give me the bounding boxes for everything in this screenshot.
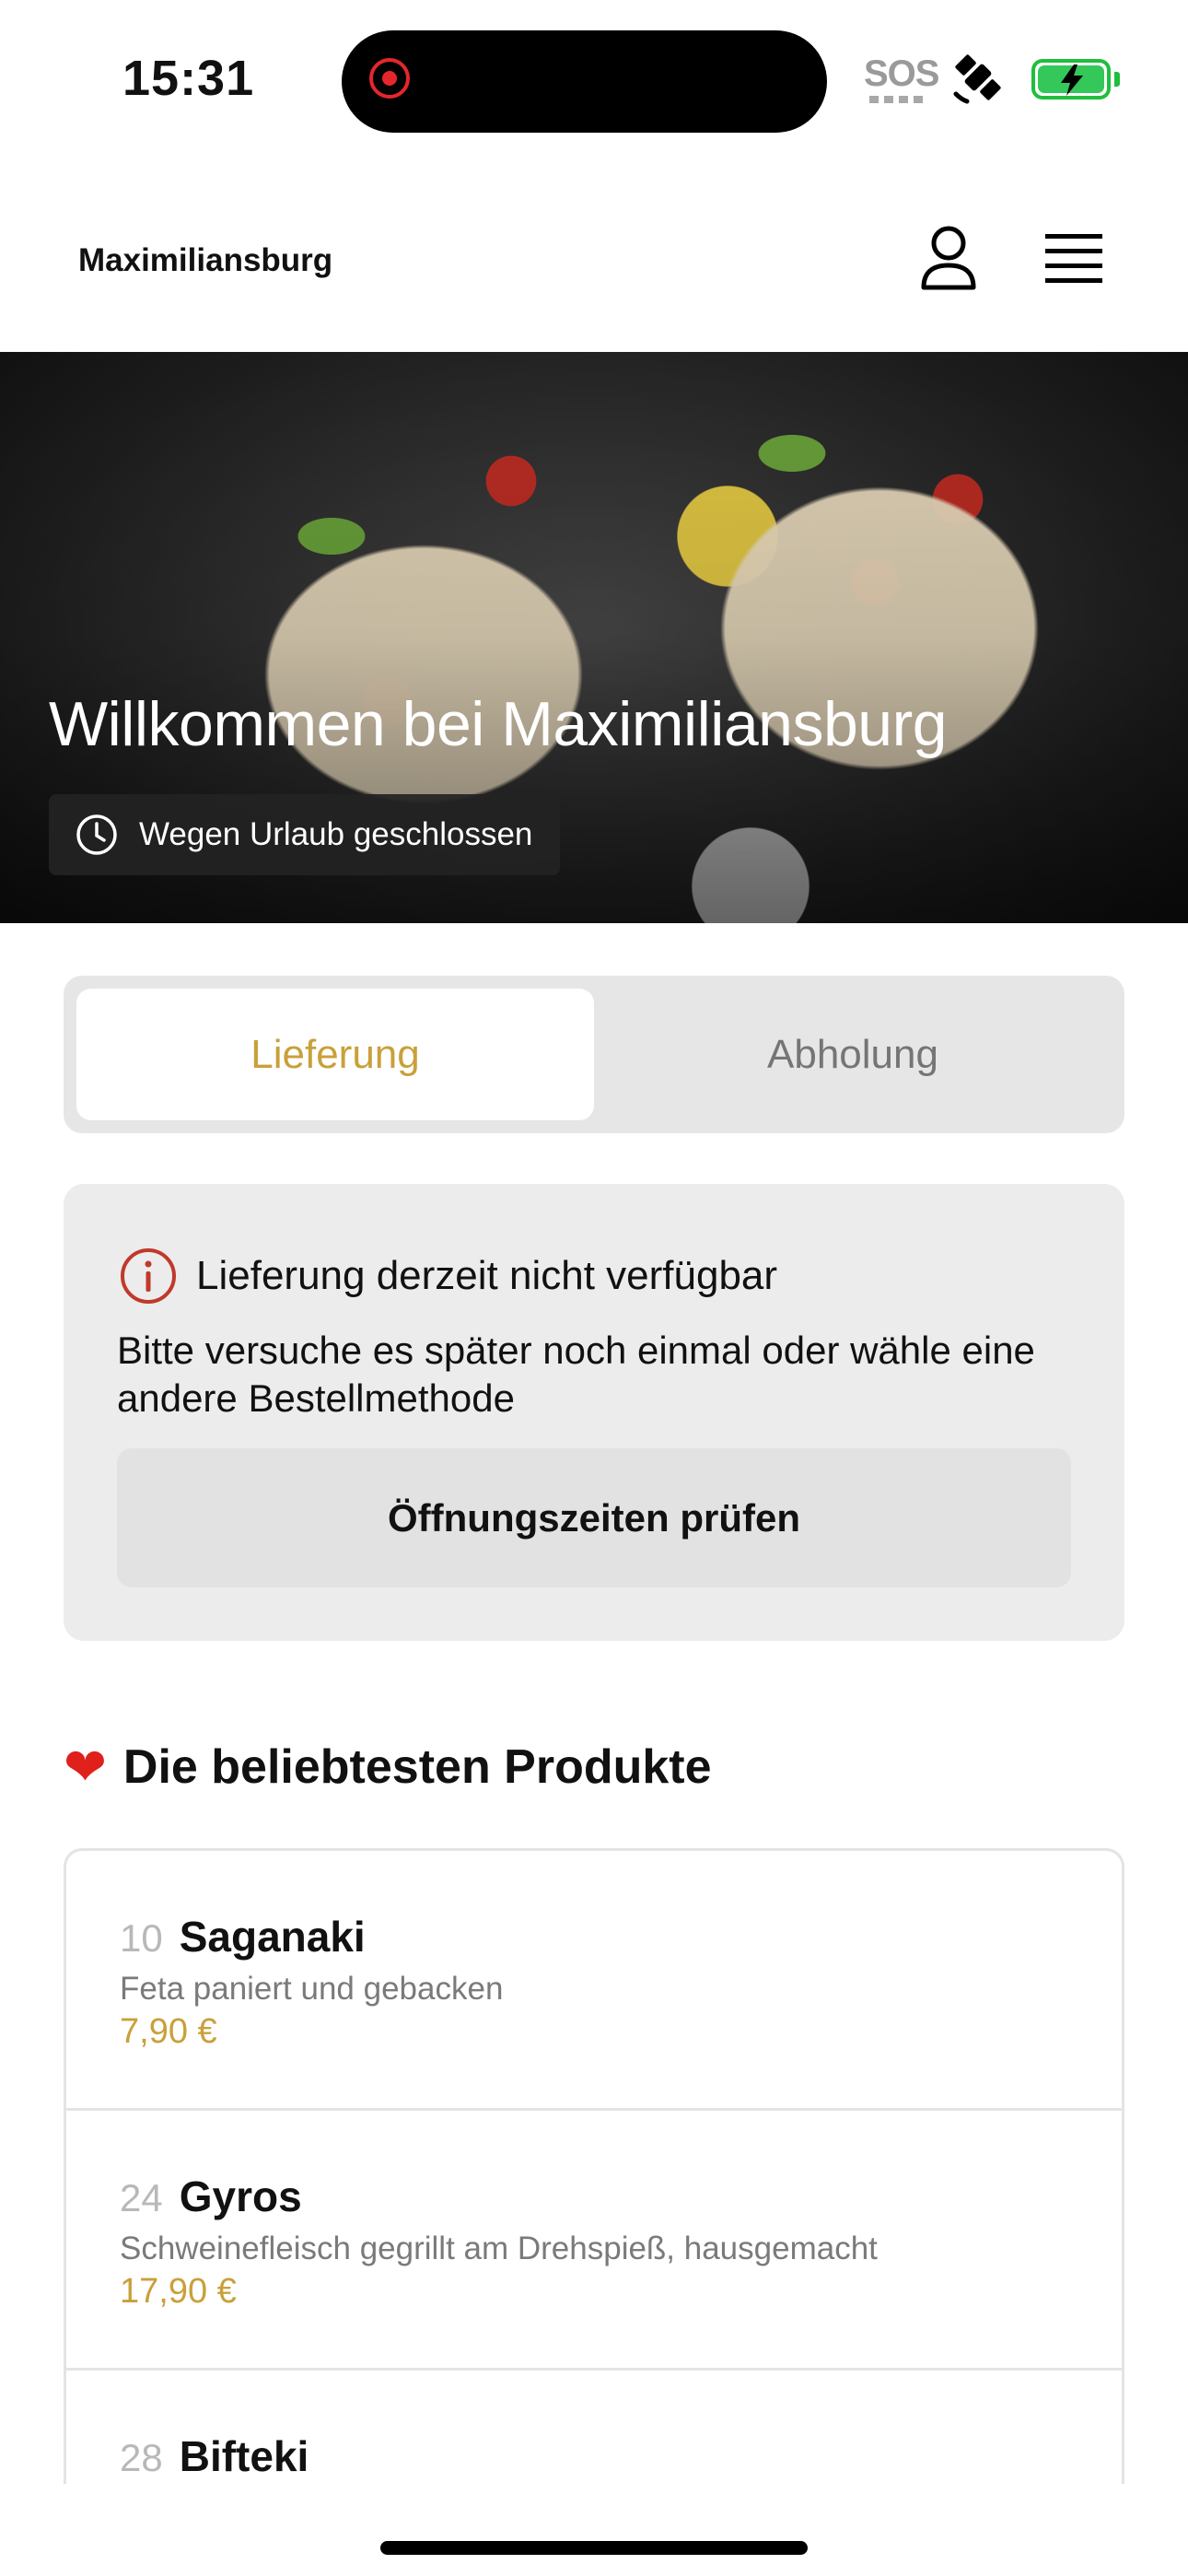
- heart-icon: ❤: [64, 1738, 107, 1796]
- order-method-tabs: Lieferung Abholung: [64, 976, 1124, 1133]
- status-badge-label: Wegen Urlaub geschlossen: [139, 816, 533, 852]
- welcome-title: Willkommen bei Maximiliansburg: [49, 689, 948, 759]
- product-number: 28: [120, 2436, 163, 2479]
- delivery-unavailable-card: Lieferung derzeit nicht verfügbar Bitte …: [64, 1184, 1124, 1641]
- status-bar: 15:31 SOS: [0, 0, 1188, 157]
- signal-dots-icon: [869, 96, 925, 103]
- product-item[interactable]: 28 Bifteki: [66, 2371, 1122, 2484]
- product-description: Feta paniert und gebacken: [120, 1971, 504, 2007]
- hamburger-menu-icon[interactable]: [1043, 232, 1104, 292]
- product-item[interactable]: 10 Saganaki Feta paniert und gebacken 7,…: [66, 1851, 1122, 2111]
- notice-title: Lieferung derzeit nicht verfügbar: [196, 1253, 778, 1298]
- clock-icon: [76, 814, 117, 855]
- battery-icon: [1031, 59, 1111, 100]
- screen-recording-icon: [369, 58, 410, 99]
- product-item[interactable]: 24 Gyros Schweinefleisch gegrillt am Dre…: [66, 2111, 1122, 2371]
- product-name: Saganaki: [179, 1913, 366, 1961]
- tab-delivery[interactable]: Lieferung: [76, 989, 594, 1120]
- product-price: 17,90 €: [120, 2272, 237, 2311]
- popular-products-heading: ❤ Die beliebtesten Produkte: [64, 1737, 712, 1797]
- opening-status-badge: Wegen Urlaub geschlossen: [49, 794, 561, 875]
- product-number: 10: [120, 1916, 163, 1960]
- product-name: Gyros: [179, 2172, 302, 2220]
- hero-banner: Willkommen bei Maximiliansburg Wegen Url…: [0, 352, 1188, 923]
- status-time: 15:31: [122, 51, 255, 106]
- restaurant-name[interactable]: Maximiliansburg: [78, 242, 332, 279]
- product-list: 10 Saganaki Feta paniert und gebacken 7,…: [64, 1848, 1124, 2484]
- popular-heading-label: Die beliebtesten Produkte: [122, 1740, 712, 1794]
- sos-indicator: SOS: [864, 53, 939, 94]
- check-opening-hours-button[interactable]: Öffnungszeiten prüfen: [117, 1448, 1071, 1587]
- product-description: Schweinefleisch gegrillt am Drehspieß, h…: [120, 2231, 878, 2266]
- notice-message: Bitte versuche es später noch einmal ode…: [117, 1329, 1035, 1420]
- battery-tip: [1114, 72, 1120, 87]
- product-price: 7,90 €: [120, 2012, 217, 2051]
- dynamic-island: [342, 30, 827, 133]
- tab-pickup[interactable]: Abholung: [594, 989, 1112, 1120]
- notice-header: Lieferung derzeit nicht verfügbar: [119, 1247, 777, 1306]
- satellite-icon: [949, 48, 1007, 111]
- product-name: Bifteki: [179, 2432, 309, 2480]
- product-number: 24: [120, 2176, 163, 2219]
- home-indicator[interactable]: [380, 2541, 808, 2555]
- app-header: Maximiliansburg: [0, 184, 1188, 350]
- info-alert-icon: [121, 1248, 176, 1304]
- user-account-icon[interactable]: [916, 223, 981, 298]
